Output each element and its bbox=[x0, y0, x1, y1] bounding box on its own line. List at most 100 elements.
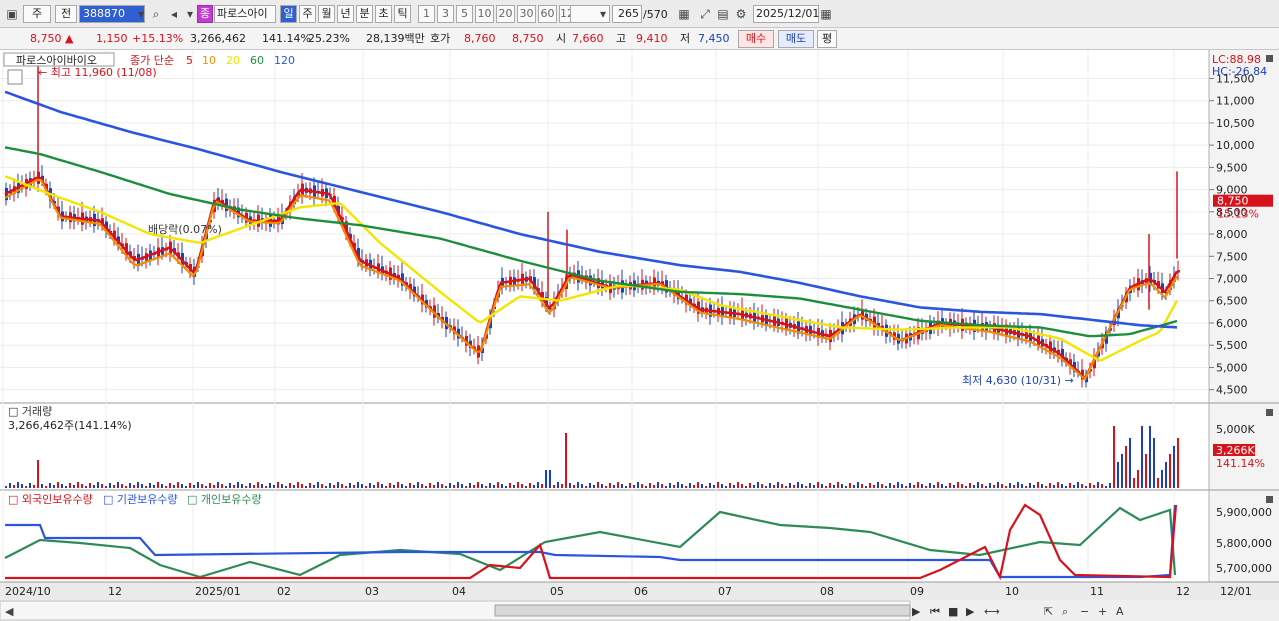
volume-bar bbox=[81, 484, 83, 488]
draw-icon[interactable]: ⤢ bbox=[697, 5, 713, 23]
chart-control-icon[interactable]: ⏮ bbox=[930, 605, 940, 618]
interval-button-10[interactable]: 10 bbox=[475, 5, 494, 23]
volume-bar bbox=[993, 485, 995, 488]
panel-close-icon[interactable] bbox=[1266, 55, 1273, 62]
volume-bar bbox=[381, 484, 383, 488]
y-tick-label: 7,500 bbox=[1216, 250, 1248, 263]
interval-button-60[interactable]: 60 bbox=[538, 5, 557, 23]
volume-bar bbox=[669, 483, 671, 488]
volume-bar bbox=[201, 484, 203, 488]
scrollbar-thumb[interactable] bbox=[494, 604, 911, 617]
period-button-3[interactable]: 년 bbox=[337, 5, 354, 23]
buy-button[interactable]: 매수 bbox=[738, 30, 774, 48]
period-button-6[interactable]: 틱 bbox=[394, 5, 411, 23]
panel-close-icon[interactable] bbox=[1266, 496, 1273, 503]
chart-control-icon[interactable]: − bbox=[1080, 605, 1089, 618]
volume-bar bbox=[797, 482, 799, 488]
volume-bar bbox=[105, 486, 107, 488]
count-input[interactable]: 265 bbox=[612, 5, 642, 23]
chart-control-icon[interactable]: A bbox=[1116, 605, 1124, 618]
x-tick-label: 04 bbox=[452, 585, 466, 598]
volume-bar bbox=[373, 485, 375, 488]
chart-control-icon[interactable]: ▶ bbox=[966, 605, 975, 618]
chevron-down-icon[interactable]: ▾ bbox=[595, 5, 611, 23]
date-input[interactable]: 2025/12/01 bbox=[753, 5, 819, 23]
volume-bar bbox=[161, 484, 163, 488]
window-icon[interactable]: ▣ bbox=[4, 5, 20, 23]
dropdown-icon[interactable]: ▾ bbox=[182, 5, 198, 23]
gear-icon[interactable]: ⚙ bbox=[733, 5, 749, 23]
volume-bar bbox=[637, 482, 639, 488]
volume-bar bbox=[1157, 478, 1159, 488]
sound-icon[interactable]: ◂ bbox=[166, 5, 182, 23]
trade-amount: 28,139백만 bbox=[366, 32, 425, 45]
period-button-5[interactable]: 초 bbox=[375, 5, 392, 23]
stock-chart[interactable]: 11,50011,00010,50010,0009,5009,0008,5008… bbox=[0, 50, 1279, 621]
volume-bar bbox=[481, 484, 483, 488]
volume-bar bbox=[765, 486, 767, 488]
y-tick-label: 8,000 bbox=[1216, 228, 1248, 241]
period-button-0[interactable]: 일 bbox=[280, 5, 297, 23]
interval-button-1[interactable]: 1 bbox=[418, 5, 435, 23]
chart-control-icon[interactable]: ⟷ bbox=[984, 605, 1000, 618]
y-tick-label: 5,000 bbox=[1216, 361, 1248, 374]
search-icon[interactable]: ⌕ bbox=[148, 5, 164, 23]
volume-bar bbox=[605, 486, 607, 488]
prev-button[interactable]: 전 bbox=[55, 5, 77, 23]
type-selector[interactable]: 주 bbox=[23, 5, 51, 23]
volume-bar bbox=[145, 486, 147, 488]
sell-button[interactable]: 매도 bbox=[778, 30, 814, 48]
chart-control-icon[interactable]: + bbox=[1098, 605, 1107, 618]
low-annotation: 최저 4,630 (10/31) → bbox=[962, 374, 1074, 387]
volume-bar bbox=[85, 486, 87, 488]
volume-bar bbox=[269, 483, 271, 488]
volume-bar bbox=[1045, 486, 1047, 488]
chart-control-icon[interactable]: ⌕ bbox=[1062, 605, 1068, 618]
volume-bar bbox=[333, 485, 335, 488]
volume-bar bbox=[33, 485, 35, 488]
volume-bar bbox=[1049, 483, 1051, 488]
interval-button-30[interactable]: 30 bbox=[517, 5, 536, 23]
period-button-1[interactable]: 주 bbox=[299, 5, 316, 23]
ma-legend-10: 10 bbox=[202, 54, 216, 67]
panel-close-icon[interactable] bbox=[1266, 409, 1273, 416]
volume-bar bbox=[1093, 485, 1095, 488]
volume-bar bbox=[901, 484, 903, 488]
x-tick-label: 05 bbox=[550, 585, 564, 598]
volume-bar bbox=[773, 485, 775, 488]
x-tick-label: 12 bbox=[1176, 585, 1190, 598]
volume-bar bbox=[317, 482, 319, 488]
period-button-4[interactable]: 분 bbox=[356, 5, 373, 23]
interval-button-3[interactable]: 3 bbox=[437, 5, 454, 23]
volume-bar bbox=[545, 470, 547, 488]
volume-bar bbox=[157, 482, 159, 488]
volume-bar bbox=[989, 483, 991, 488]
interval-button-20[interactable]: 20 bbox=[496, 5, 515, 23]
interval-button-5[interactable]: 5 bbox=[456, 5, 473, 23]
volume-bar bbox=[881, 484, 883, 488]
chevron-down-icon[interactable]: ▾ bbox=[133, 5, 149, 23]
chart-control-icon[interactable]: ■ bbox=[948, 605, 958, 618]
volume-bar bbox=[117, 482, 119, 488]
volume-bar bbox=[261, 484, 263, 488]
x-tick-label: 12 bbox=[108, 585, 122, 598]
table-icon[interactable] bbox=[7, 69, 23, 85]
chart-control-icon[interactable]: ▶ bbox=[912, 605, 921, 618]
volume-bar bbox=[101, 484, 103, 488]
high-annotation: ← 최고 11,960 (11/08) bbox=[38, 66, 157, 79]
period-button-2[interactable]: 월 bbox=[318, 5, 335, 23]
chart-control-icon[interactable]: ⇱ bbox=[1044, 605, 1053, 618]
eval-button[interactable]: 평 bbox=[817, 30, 837, 48]
stock-badge: 종 bbox=[197, 5, 213, 23]
save-icon[interactable]: ▤ bbox=[715, 5, 731, 23]
scroll-left-icon[interactable]: ◀ bbox=[5, 605, 14, 618]
volume-bar bbox=[313, 485, 315, 488]
volume-bar bbox=[1085, 486, 1087, 488]
volume-bar bbox=[817, 482, 819, 488]
volume-bar bbox=[193, 485, 195, 488]
volume-bar bbox=[621, 484, 623, 488]
volume-bar bbox=[5, 486, 7, 488]
grid-icon[interactable]: ▦ bbox=[676, 5, 692, 23]
volume-bar bbox=[1113, 426, 1115, 488]
calendar-icon[interactable]: ▦ bbox=[818, 5, 834, 23]
